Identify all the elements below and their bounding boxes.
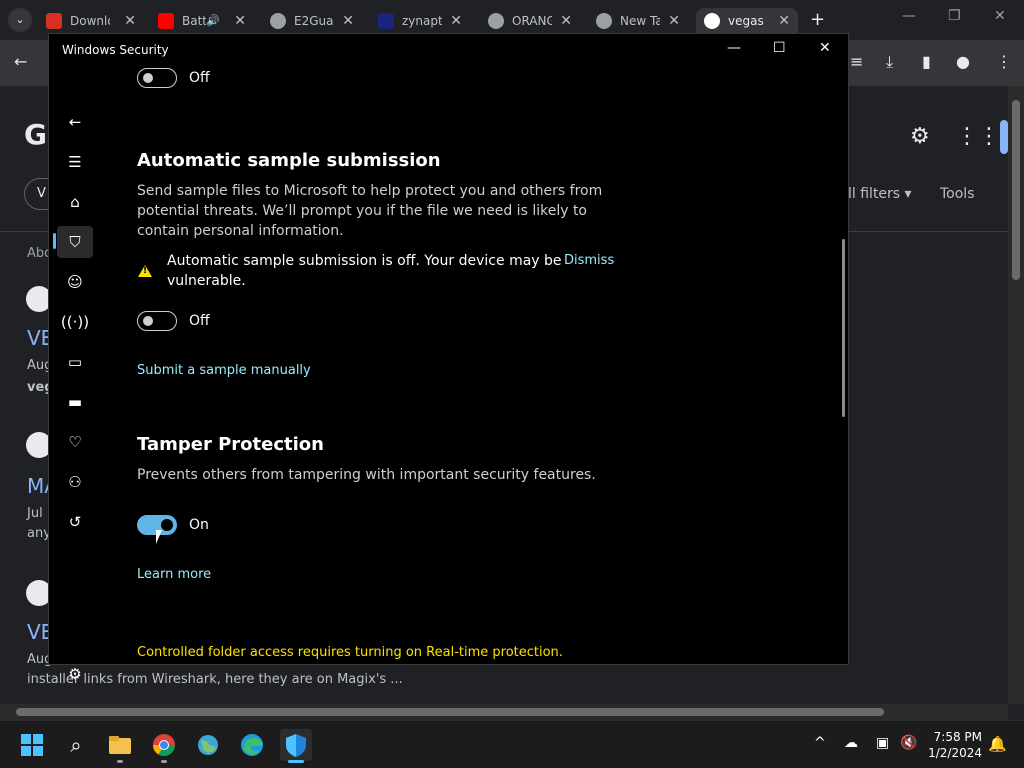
auto-sample-toggle[interactable] bbox=[137, 311, 177, 331]
app-globe-icon[interactable] bbox=[192, 729, 224, 761]
windows-security-shield-icon[interactable] bbox=[280, 729, 312, 763]
search-icon[interactable]: ⌕ bbox=[60, 729, 92, 761]
close-tab-icon[interactable]: ✕ bbox=[450, 8, 462, 34]
profile-icon[interactable]: ● bbox=[956, 52, 970, 71]
toggle-knob bbox=[143, 73, 153, 83]
download-icon[interactable]: ⤓ bbox=[886, 52, 893, 72]
auto-sample-description: Send sample files to Microsoft to help p… bbox=[137, 183, 603, 239]
ws-navigation: ← ☰ ⌂ ⛉ ☺ ((·)) ▭ ▬ ♡ ⚇ ↺ ⚙ bbox=[49, 66, 97, 683]
clock-time: 7:58 PM bbox=[933, 730, 982, 744]
running-indicator bbox=[117, 760, 123, 763]
all-filters-button[interactable]: ll filters ▾ bbox=[848, 186, 912, 202]
running-indicator bbox=[288, 760, 304, 763]
back-arrow-icon[interactable]: ← bbox=[57, 106, 93, 138]
google-icon bbox=[704, 13, 720, 29]
scrollbar-thumb[interactable] bbox=[16, 708, 884, 716]
home-icon[interactable]: ⌂ bbox=[57, 186, 93, 218]
network-icon[interactable]: ▣ bbox=[876, 735, 889, 751]
windows-taskbar: ⌕ ^ ☁ ▣ 🔇 7:58 PM 1/2/2024 🔔 bbox=[0, 720, 1024, 768]
settings-gear-icon[interactable]: ⚙ bbox=[57, 658, 93, 690]
close-tab-icon[interactable]: ✕ bbox=[560, 8, 572, 34]
chrome-icon[interactable] bbox=[148, 729, 180, 763]
mouse-cursor bbox=[156, 530, 162, 544]
family-icon[interactable]: ⚇ bbox=[57, 466, 93, 498]
submit-sample-manually-link[interactable]: Submit a sample manually bbox=[137, 363, 311, 378]
gear-icon[interactable]: ⚙ bbox=[910, 124, 930, 149]
youtube-icon bbox=[158, 13, 174, 29]
browser-close-icon[interactable]: ✕ bbox=[994, 8, 1006, 24]
google-logo[interactable]: G bbox=[24, 118, 47, 151]
result-date: Jul bbox=[27, 506, 43, 521]
close-tab-icon[interactable]: ✕ bbox=[124, 8, 136, 34]
toggle-state-label: On bbox=[189, 517, 209, 533]
show-hidden-icons-chevron-up-icon[interactable]: ^ bbox=[814, 735, 826, 751]
tools-button[interactable]: Tools bbox=[940, 186, 975, 202]
account-person-icon[interactable]: ☺ bbox=[57, 266, 93, 298]
toggle-knob bbox=[161, 519, 173, 531]
tab-orange[interactable]: ORANG ✕ bbox=[488, 8, 572, 34]
cloud-offline-icon[interactable]: ☁ bbox=[844, 735, 858, 751]
chrome-icon bbox=[596, 13, 612, 29]
browser-minimize-icon[interactable]: — bbox=[902, 8, 916, 24]
apps-grid-icon[interactable]: ⋮⋮ bbox=[956, 124, 1000, 149]
auto-sample-heading: Automatic sample submission bbox=[137, 150, 441, 171]
learn-more-link[interactable]: Learn more bbox=[137, 567, 211, 582]
clock[interactable]: 7:58 PM 1/2/2024 bbox=[924, 729, 982, 761]
globe-icon bbox=[488, 13, 504, 29]
scrollbar-thumb[interactable] bbox=[1012, 100, 1020, 280]
close-tab-icon[interactable]: ✕ bbox=[778, 8, 790, 34]
close-tab-icon[interactable]: ✕ bbox=[234, 8, 246, 34]
tab-new-tab[interactable]: New Ta ✕ bbox=[596, 8, 680, 34]
dismiss-link[interactable]: Dismiss bbox=[564, 253, 614, 268]
controlled-folder-note: Controlled folder access requires turnin… bbox=[137, 645, 563, 660]
running-indicator bbox=[161, 760, 167, 763]
close-tab-icon[interactable]: ✕ bbox=[342, 8, 354, 34]
download-icon bbox=[46, 13, 62, 29]
edge-icon[interactable] bbox=[236, 729, 268, 761]
tab-downloads[interactable]: Downlo ✕ bbox=[46, 8, 136, 34]
app-browser-icon[interactable]: ▭ bbox=[57, 346, 93, 378]
warning-icon bbox=[138, 265, 152, 277]
page-vertical-scrollbar[interactable] bbox=[1008, 86, 1024, 704]
file-explorer-icon[interactable] bbox=[104, 729, 136, 763]
sign-in-button[interactable] bbox=[1000, 120, 1008, 154]
selected-indicator bbox=[53, 233, 56, 249]
kebab-menu-icon[interactable]: ⋮ bbox=[996, 52, 1012, 71]
media-controls-icon[interactable]: ≡ bbox=[850, 52, 863, 71]
back-arrow-icon[interactable]: ← bbox=[14, 52, 27, 71]
hamburger-menu-icon[interactable]: ☰ bbox=[57, 146, 93, 178]
toggle-state-label: Off bbox=[189, 70, 210, 86]
page-horizontal-scrollbar[interactable] bbox=[0, 704, 1008, 720]
network-antenna-icon[interactable]: ((·)) bbox=[57, 306, 93, 338]
start-windows-icon[interactable] bbox=[16, 729, 48, 761]
history-icon[interactable]: ↺ bbox=[57, 506, 93, 538]
side-panel-icon[interactable]: ▮ bbox=[922, 52, 931, 71]
zynapti-icon bbox=[378, 13, 394, 29]
auto-sample-warning: Automatic sample submission is off. Your… bbox=[167, 253, 562, 289]
tab-vegas[interactable]: vegas p ✕ bbox=[696, 8, 798, 34]
windows-security-window: Windows Security — ☐ ✕ ← ☰ ⌂ ⛉ ☺ ((·)) ▭… bbox=[48, 33, 849, 683]
audio-playing-icon[interactable]: 🔊 bbox=[206, 8, 220, 34]
health-heart-icon[interactable]: ♡ bbox=[57, 426, 93, 458]
new-tab-button[interactable]: + bbox=[810, 8, 825, 32]
tab-youtube[interactable]: Batt 🔊 ✕ bbox=[158, 8, 246, 34]
notification-bell-icon[interactable]: 🔔 bbox=[988, 735, 1007, 753]
globe-icon bbox=[270, 13, 286, 29]
ws-content: Off Automatic sample submission Send sam… bbox=[137, 34, 837, 664]
tab-zynapti[interactable]: zynapti ✕ bbox=[378, 8, 462, 34]
device-laptop-icon[interactable]: ▬ bbox=[57, 386, 93, 418]
toggle-knob bbox=[143, 316, 153, 326]
ws-scrollbar[interactable] bbox=[842, 239, 845, 417]
close-tab-icon[interactable]: ✕ bbox=[668, 8, 680, 34]
tab-search-button[interactable]: ⌄ bbox=[8, 8, 32, 32]
toggle-state-label: Off bbox=[189, 313, 210, 329]
tamper-protection-description: Prevents others from tampering with impo… bbox=[137, 467, 596, 483]
volume-muted-icon[interactable]: 🔇 bbox=[900, 735, 917, 751]
browser-restore-icon[interactable]: ❐ bbox=[948, 8, 961, 24]
clock-date: 1/2/2024 bbox=[928, 746, 982, 760]
tamper-protection-heading: Tamper Protection bbox=[137, 434, 324, 455]
shield-icon[interactable]: ⛉ bbox=[57, 226, 93, 258]
tab-e2guardian[interactable]: E2Guar ✕ bbox=[270, 8, 354, 34]
cloud-protection-toggle[interactable] bbox=[137, 68, 177, 88]
